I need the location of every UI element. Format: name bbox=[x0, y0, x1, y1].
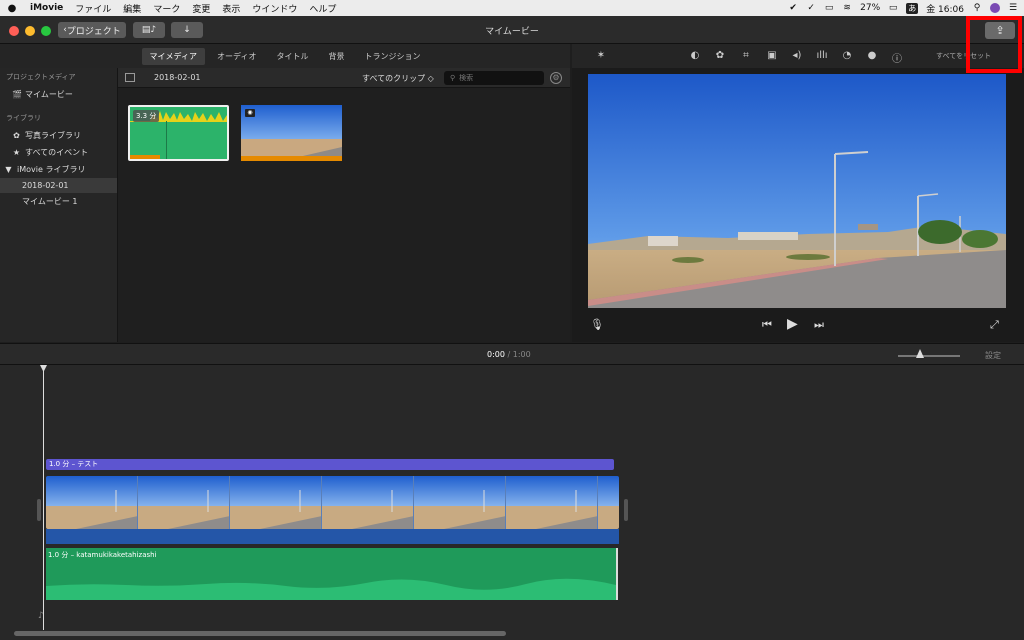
color-palette-icon[interactable]: ✿ bbox=[713, 50, 727, 61]
skip-forward-icon[interactable]: ⏭ bbox=[814, 318, 824, 332]
timeline-header: 0:00 / 1:00 設定 bbox=[0, 343, 1024, 365]
media-tab-bar: マイメディア オーディオ タイトル 背景 トランジション bbox=[0, 44, 570, 68]
menu-bar: ● iMovie ファイル 編集 マーク 変更 表示 ウインドウ ヘルプ ✔ ✓… bbox=[0, 0, 1024, 16]
video-clip-thumbnail[interactable]: ◉ bbox=[241, 105, 342, 161]
clip-filter-dropdown[interactable]: すべてのクリップ ◇ bbox=[362, 73, 434, 84]
menu-app-name[interactable]: iMovie bbox=[24, 3, 69, 13]
zoom-slider-track[interactable] bbox=[898, 355, 960, 357]
menubar-clock[interactable]: 金 16:06 bbox=[926, 2, 964, 15]
check-circle-icon[interactable]: ✔ bbox=[788, 3, 798, 13]
sidebar-item-my-movie[interactable]: 🎬 マイムービー bbox=[0, 86, 117, 103]
browser-event-title: 2018-02-01 bbox=[154, 73, 201, 82]
sidebar-item-event-2018-02-01[interactable]: 2018-02-01 bbox=[0, 178, 117, 193]
magic-wand-icon[interactable]: ✶ bbox=[594, 50, 608, 61]
tab-backgrounds[interactable]: 背景 bbox=[320, 48, 352, 65]
clapperboard-icon: 🎬 bbox=[12, 90, 22, 99]
apple-menu-icon[interactable]: ● bbox=[0, 3, 24, 14]
clip-trim-handle-right[interactable] bbox=[624, 499, 628, 521]
microphone-icon[interactable]: 🎙 bbox=[590, 318, 604, 331]
clip-trim-handle-left[interactable] bbox=[37, 499, 41, 521]
sidebar-toggle-icon[interactable] bbox=[125, 73, 135, 82]
video-frame-graphic bbox=[241, 105, 342, 161]
viewer-panel: 🎙 ⏮ ▶ ⏭ ⤢ bbox=[572, 68, 1024, 342]
timeline[interactable]: 1.0 分 – テスト 1.0 分 – katamukikaketahizash… bbox=[0, 365, 1024, 640]
sidebar-item-all-events[interactable]: ★ すべてのイベント bbox=[0, 144, 117, 161]
tab-audio[interactable]: オーディオ bbox=[209, 48, 264, 65]
playhead-marker-icon[interactable] bbox=[40, 365, 47, 372]
media-browser: 2018-02-01 すべてのクリップ ◇ ⚲ 検索 ⚙ 3.3 分 ◉ bbox=[118, 68, 570, 342]
menu-edit[interactable]: 編集 bbox=[117, 2, 147, 15]
horizontal-scrollbar[interactable] bbox=[14, 631, 506, 636]
speed-gauge-icon[interactable]: ◔ bbox=[840, 50, 854, 61]
volume-icon[interactable]: ◂) bbox=[790, 50, 804, 61]
sidebar-item-my-movie-1[interactable]: マイムービー 1 bbox=[0, 193, 117, 210]
music-clip-label: 1.0 分 – katamukikaketahizashi bbox=[48, 551, 157, 559]
star-box-icon: ★ bbox=[12, 148, 21, 157]
user-avatar-icon[interactable] bbox=[990, 3, 1000, 13]
battery-percent[interactable]: 27% bbox=[860, 3, 880, 13]
timeline-settings-button[interactable]: 設定 bbox=[985, 350, 1001, 361]
clip-filter-icon[interactable]: ● bbox=[865, 50, 879, 61]
title-clip[interactable]: 1.0 分 – テスト bbox=[46, 459, 614, 470]
browser-toolbar: 2018-02-01 すべてのクリップ ◇ ⚲ 検索 ⚙ bbox=[118, 68, 570, 88]
info-icon[interactable]: ⓘ bbox=[890, 50, 904, 65]
fullscreen-icon[interactable]: ⤢ bbox=[990, 318, 999, 332]
sidebar-section-project-media: プロジェクトメディア bbox=[6, 73, 76, 81]
battery-icon[interactable]: ▭ bbox=[888, 3, 898, 13]
menu-modify[interactable]: 変更 bbox=[186, 2, 216, 15]
play-icon[interactable]: ▶ bbox=[787, 316, 798, 332]
crop-icon[interactable]: ⌗ bbox=[739, 50, 753, 61]
search-input[interactable]: ⚲ 検索 bbox=[444, 71, 544, 85]
notification-center-icon[interactable]: ☰ bbox=[1008, 3, 1018, 13]
timecode-display: 0:00 / 1:00 bbox=[487, 350, 531, 359]
sidebar-section-libraries: ライブラリ bbox=[6, 114, 41, 122]
video-filmstrip-graphic bbox=[46, 476, 619, 529]
wifi-icon[interactable]: ≋ bbox=[842, 3, 852, 13]
photos-flower-icon: ✿ bbox=[13, 131, 20, 140]
disclosure-triangle-icon[interactable]: ▼ bbox=[4, 165, 13, 174]
audio-clip-thumbnail[interactable]: 3.3 分 bbox=[128, 105, 229, 161]
stabilization-camera-icon[interactable]: ▣ bbox=[765, 50, 779, 61]
menu-file[interactable]: ファイル bbox=[69, 2, 117, 15]
checkmark-badge-icon[interactable]: ✓ bbox=[806, 3, 816, 13]
skip-back-icon[interactable]: ⏮ bbox=[762, 318, 772, 332]
spotlight-icon[interactable]: ⚲ bbox=[972, 3, 982, 13]
color-balance-icon[interactable]: ◐ bbox=[688, 50, 702, 61]
input-method-indicator[interactable]: あ bbox=[906, 2, 919, 14]
menu-window[interactable]: ウインドウ bbox=[246, 2, 303, 15]
zoom-slider-knob[interactable] bbox=[916, 349, 924, 358]
video-clip[interactable] bbox=[46, 476, 619, 529]
viewer-toolbar: ✶ ◐ ✿ ⌗ ▣ ◂) ıllı ◔ ● ⓘ すべてをリセット bbox=[572, 44, 1024, 68]
menu-view[interactable]: 表示 bbox=[216, 2, 246, 15]
tab-my-media[interactable]: マイメディア bbox=[141, 47, 205, 65]
video-clip-audio-strip[interactable] bbox=[46, 529, 619, 544]
sidebar-item-photos-library[interactable]: ✿ 写真ライブラリ bbox=[0, 127, 117, 144]
menu-help[interactable]: ヘルプ bbox=[303, 2, 342, 15]
equalizer-icon[interactable]: ıllı bbox=[815, 50, 829, 61]
tab-titles[interactable]: タイトル bbox=[268, 48, 316, 65]
window-titlebar: ‹ プロジェクト ▤♪ ↓ マイムービー ⇪ bbox=[0, 16, 1024, 44]
video-preview[interactable] bbox=[588, 74, 1006, 308]
music-clip[interactable]: 1.0 分 – katamukikaketahizashi bbox=[46, 548, 618, 600]
reset-all-button[interactable]: すべてをリセット bbox=[936, 51, 991, 61]
airplay-icon[interactable]: ▭ bbox=[824, 3, 834, 13]
camera-icon: ◉ bbox=[245, 109, 255, 117]
share-icon: ⇪ bbox=[995, 24, 1005, 37]
library-sidebar: プロジェクトメディア 🎬 マイムービー ライブラリ ✿ 写真ライブラリ ★ すべ… bbox=[0, 68, 118, 342]
preview-frame-graphic bbox=[588, 74, 1006, 308]
gear-icon[interactable]: ⚙ bbox=[550, 72, 562, 84]
sidebar-item-imovie-library[interactable]: ▼ iMovie ライブラリ bbox=[0, 161, 117, 178]
share-button[interactable]: ⇪ bbox=[985, 22, 1015, 39]
playhead[interactable] bbox=[43, 365, 44, 630]
search-icon: ⚲ bbox=[450, 74, 456, 82]
menu-mark[interactable]: マーク bbox=[147, 2, 186, 15]
clip-duration-badge: 3.3 分 bbox=[133, 110, 160, 122]
window-title: マイムービー bbox=[485, 27, 539, 37]
tab-transitions[interactable]: トランジション bbox=[356, 48, 428, 65]
